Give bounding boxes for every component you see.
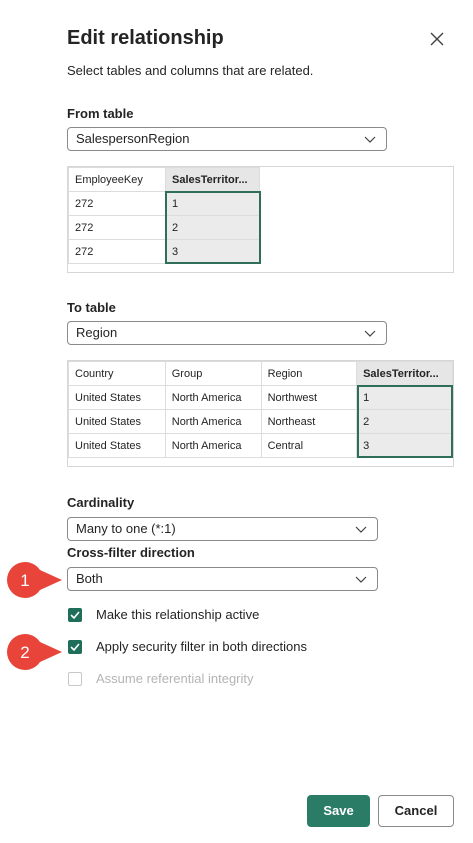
to-table-label: To table <box>67 300 116 315</box>
table-cell: United States <box>68 409 166 434</box>
from-table-label: From table <box>67 106 134 121</box>
chevron-down-icon <box>355 576 367 583</box>
table-header-row: Country Group Region SalesTerritor... <box>68 361 453 386</box>
table-cell: United States <box>68 433 166 458</box>
chevron-down-icon <box>364 330 376 337</box>
to-table-preview: Country Group Region SalesTerritor... Un… <box>67 360 454 467</box>
make-active-label: Make this relationship active <box>96 607 260 622</box>
cross-filter-label: Cross-filter direction <box>67 545 195 560</box>
table-cell: Northeast <box>260 409 358 434</box>
table-cell: North America <box>164 433 262 458</box>
to-table-dropdown[interactable]: Region <box>67 321 387 345</box>
chevron-down-icon <box>364 136 376 143</box>
table-cell: 272 <box>68 191 166 216</box>
table-row: United States North America Northeast 2 <box>68 409 453 434</box>
security-filter-checkbox[interactable] <box>68 640 82 654</box>
table-header-row: EmployeeKey SalesTerritor... <box>68 167 260 192</box>
table-cell-selected: 1 <box>165 191 260 216</box>
from-table-preview: EmployeeKey SalesTerritor... 272 1 272 2… <box>67 166 454 273</box>
callout-number: 2 <box>20 643 29 662</box>
table-cell-selected: 2 <box>356 409 453 434</box>
table-row: United States North America Central 3 <box>68 433 453 458</box>
table-cell: Central <box>260 433 358 458</box>
cardinality-label: Cardinality <box>67 495 135 510</box>
column-header-selected[interactable]: SalesTerritor... <box>356 361 453 386</box>
chevron-down-icon <box>355 526 367 533</box>
from-table-grid: EmployeeKey SalesTerritor... 272 1 272 2… <box>68 167 260 264</box>
callout-2-marker: 2 <box>7 633 62 670</box>
close-icon[interactable] <box>428 30 446 48</box>
from-table-value: SalespersonRegion <box>76 131 190 146</box>
column-header[interactable]: Group <box>164 361 262 386</box>
callout-number: 1 <box>20 571 29 590</box>
table-cell: 272 <box>68 215 166 240</box>
table-cell-selected: 2 <box>165 215 260 240</box>
save-button[interactable]: Save <box>307 795 370 827</box>
checkmark-icon <box>70 643 80 652</box>
table-row: 272 2 <box>68 215 260 240</box>
table-cell: 272 <box>68 239 166 264</box>
column-header-selected[interactable]: SalesTerritor... <box>165 167 260 192</box>
table-cell-selected: 3 <box>165 239 260 264</box>
table-cell: Northwest <box>260 385 358 410</box>
cardinality-value: Many to one (*:1) <box>76 521 176 536</box>
table-cell-selected: 1 <box>356 385 453 410</box>
cross-filter-dropdown[interactable]: Both <box>67 567 378 591</box>
table-cell: North America <box>164 409 262 434</box>
table-cell: North America <box>164 385 262 410</box>
column-header[interactable]: Region <box>260 361 358 386</box>
table-row: United States North America Northwest 1 <box>68 385 453 410</box>
column-header[interactable]: Country <box>68 361 166 386</box>
column-header[interactable]: EmployeeKey <box>68 167 166 192</box>
referential-integrity-label: Assume referential integrity <box>96 671 254 686</box>
checkmark-icon <box>70 611 80 620</box>
dialog-title: Edit relationship <box>67 27 224 49</box>
table-row: 272 3 <box>68 239 260 264</box>
cardinality-dropdown[interactable]: Many to one (*:1) <box>67 517 378 541</box>
make-active-checkbox[interactable] <box>68 608 82 622</box>
dialog-subtitle: Select tables and columns that are relat… <box>67 63 314 78</box>
from-table-dropdown[interactable]: SalespersonRegion <box>67 127 387 151</box>
table-row: 272 1 <box>68 191 260 216</box>
referential-integrity-checkbox <box>68 672 82 686</box>
cross-filter-value: Both <box>76 571 103 586</box>
callout-1-marker: 1 <box>7 561 62 598</box>
to-table-value: Region <box>76 325 118 340</box>
to-table-grid: Country Group Region SalesTerritor... Un… <box>68 361 453 458</box>
table-cell: United States <box>68 385 166 410</box>
cancel-button[interactable]: Cancel <box>378 795 454 827</box>
table-cell-selected: 3 <box>356 433 453 458</box>
security-filter-label: Apply security filter in both directions <box>96 639 307 654</box>
